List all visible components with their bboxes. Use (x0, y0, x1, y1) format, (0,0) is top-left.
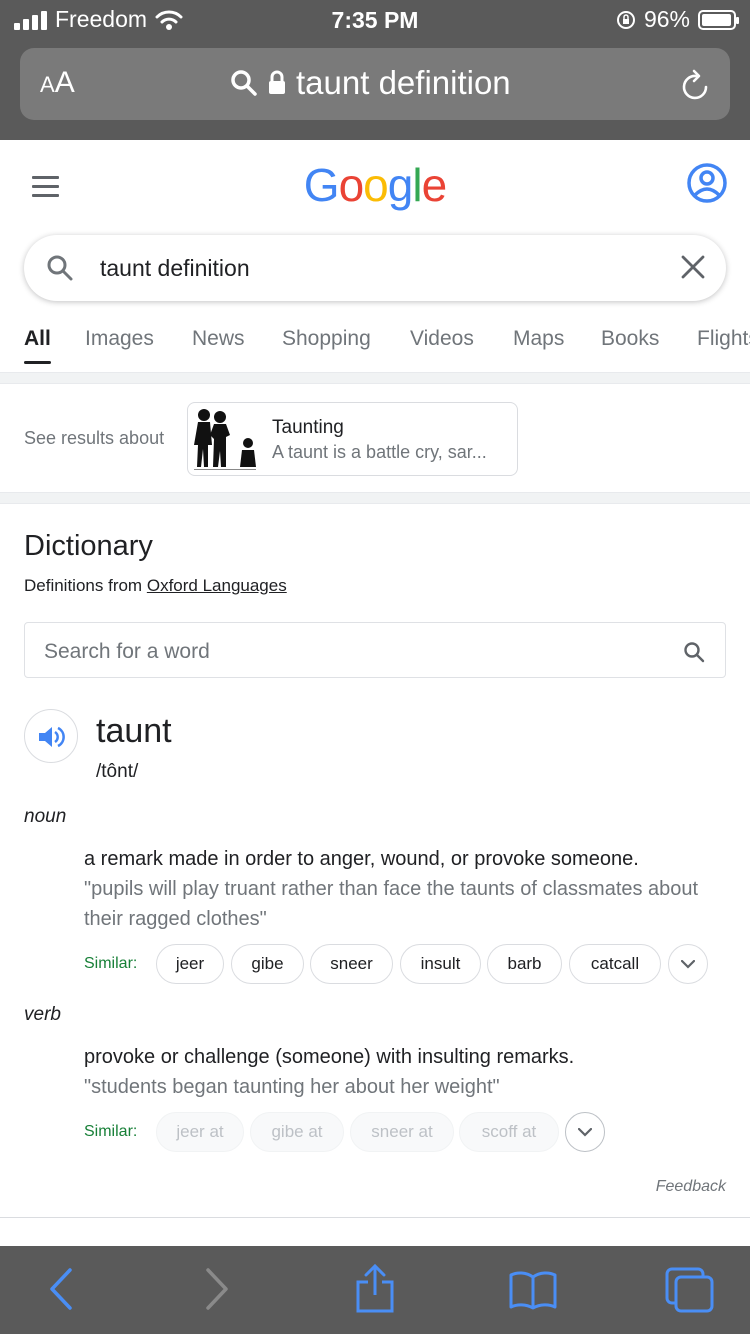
similar-chip[interactable]: gibe at (250, 1112, 344, 1152)
bookmarks-icon[interactable] (508, 1270, 558, 1310)
speaker-icon (39, 726, 65, 748)
card-title: Taunting (272, 417, 344, 438)
tab-images[interactable]: Images (85, 327, 154, 351)
divider (0, 1217, 750, 1218)
share-icon[interactable] (354, 1264, 396, 1314)
battery-level (702, 13, 731, 26)
similar-chip[interactable]: jeer at (156, 1112, 244, 1152)
headword: taunt (96, 712, 172, 750)
similar-chip[interactable]: jeer (156, 944, 224, 984)
search-icon (47, 255, 73, 281)
logo-letter: l (412, 159, 422, 211)
similar-label: Similar: (84, 1123, 138, 1140)
similar-chip[interactable]: insult (400, 944, 481, 984)
safari-toolbar (0, 1246, 750, 1334)
tab-all[interactable]: All (24, 327, 51, 364)
see-results-label: See results about (24, 428, 165, 448)
search-icon[interactable] (683, 641, 705, 663)
close-icon[interactable] (680, 254, 706, 280)
phonetic: /tônt/ (96, 761, 139, 782)
oxford-languages-link[interactable]: Oxford Languages (147, 576, 287, 595)
safari-top-bar: Freedom 7:35 PM 96% AA taunt definition (0, 0, 750, 140)
logo-letter: o (363, 159, 389, 211)
taunting-thumbnail (190, 405, 260, 473)
lock-icon (269, 70, 285, 94)
account-icon[interactable] (686, 162, 728, 204)
definition-noun: a remark made in order to anger, wound, … (84, 848, 639, 870)
tab-maps[interactable]: Maps (513, 327, 564, 351)
tab-videos[interactable]: Videos (410, 327, 474, 351)
example-verb: "students began taunting her about her w… (84, 1076, 500, 1098)
search-tabs: All Images News Shopping Videos Maps Boo… (0, 320, 750, 372)
google-header: Google (0, 140, 750, 230)
source-prefix: Definitions from (24, 576, 143, 595)
similar-label: Similar: (84, 955, 138, 972)
similar-chip[interactable]: sneer at (350, 1112, 454, 1152)
status-bar: Freedom 7:35 PM 96% (0, 0, 750, 40)
part-of-speech-verb: verb (24, 1004, 61, 1025)
card-snippet: A taunt is a battle cry, sar... (272, 442, 487, 462)
logo-letter: g (387, 159, 414, 211)
google-logo[interactable]: Google (0, 158, 750, 212)
search-icon (231, 70, 257, 96)
logo-letter: G (303, 159, 340, 211)
word-search-field[interactable]: Search for a word (24, 622, 726, 678)
similar-chip[interactable]: sneer (310, 944, 393, 984)
forward-icon[interactable] (202, 1266, 232, 1312)
battery-percent: 96% (643, 6, 690, 32)
logo-letter: o (338, 159, 365, 211)
search-query: taunt definition (100, 255, 250, 281)
reload-icon[interactable] (680, 68, 712, 102)
knowledge-card[interactable]: Taunting A taunt is a battle cry, sar... (187, 402, 518, 476)
definition-verb: provoke or challenge (someone) with insu… (84, 1046, 575, 1068)
battery-icon (698, 9, 739, 30)
back-icon[interactable] (46, 1266, 76, 1312)
tab-shopping[interactable]: Shopping (282, 327, 371, 351)
word-search-placeholder: Search for a word (44, 640, 210, 663)
tab-books[interactable]: Books (601, 327, 659, 351)
search-input[interactable]: taunt definition (24, 235, 726, 301)
tab-flights[interactable]: Flights (697, 327, 750, 351)
text-size-button[interactable]: AA (40, 66, 75, 100)
similar-chip[interactable]: catcall (569, 944, 661, 984)
orientation-lock-icon (616, 10, 635, 29)
logo-letter: e (421, 159, 448, 211)
url-text: taunt definition (296, 64, 511, 101)
see-results-about: See results about Taunting A taunt is a … (0, 385, 750, 493)
address-bar[interactable]: AA taunt definition (20, 48, 730, 120)
similar-chip[interactable]: barb (487, 944, 562, 984)
part-of-speech-noun: noun (24, 806, 67, 827)
chevron-down-icon (681, 959, 695, 969)
section-divider (0, 372, 750, 384)
similar-chip[interactable]: scoff at (459, 1112, 559, 1152)
dictionary-source: Definitions from Oxford Languages (24, 576, 287, 596)
dictionary-heading: Dictionary (24, 530, 153, 562)
chevron-down-icon (578, 1127, 592, 1137)
expand-similar-button[interactable] (668, 944, 708, 984)
example-noun: "pupils will play truant rather than fac… (84, 878, 699, 930)
similar-row-noun: Similar: jeer gibe sneer insult barb cat… (84, 944, 714, 984)
similar-chip[interactable]: gibe (231, 944, 304, 984)
tab-news[interactable]: News (192, 327, 245, 351)
pronunciation-button[interactable] (24, 709, 78, 763)
section-divider (0, 492, 750, 504)
expand-similar-button[interactable] (565, 1112, 605, 1152)
tabs-icon[interactable] (664, 1266, 716, 1314)
similar-row-verb: Similar: jeer at gibe at sneer at scoff … (84, 1112, 714, 1152)
feedback-link[interactable]: Feedback (656, 1178, 726, 1196)
